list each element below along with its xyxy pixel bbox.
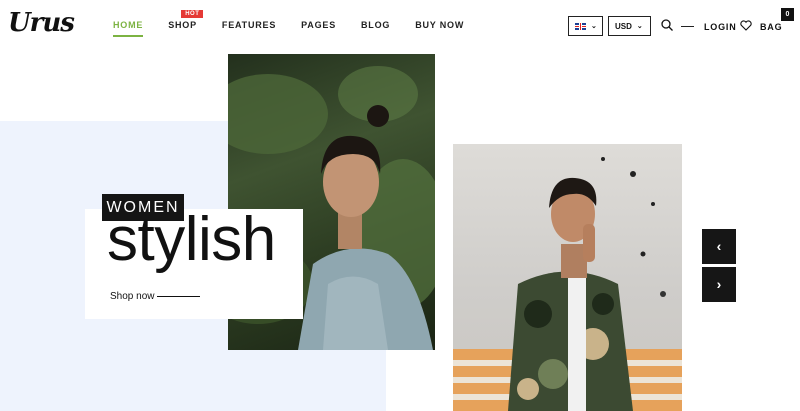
nav-item-features[interactable]: FEATURES <box>222 20 276 37</box>
chevron-down-icon: ⌄ <box>636 23 643 30</box>
search-icon[interactable] <box>661 19 673 31</box>
currency-select[interactable]: USD ⌄ <box>608 16 651 36</box>
brand-logo[interactable]: Urus <box>8 8 75 38</box>
login-link[interactable]: LOGIN <box>704 22 737 32</box>
nav-item-pages[interactable]: PAGES <box>301 20 336 37</box>
slider-next-button[interactable]: › <box>702 267 736 302</box>
hero-image-man <box>453 144 682 411</box>
chevron-right-icon: › <box>716 276 722 292</box>
site-header: Urus HOME SHOP HOT FEATURES PAGES BLOG B… <box>0 0 800 54</box>
hot-badge: HOT <box>181 10 204 18</box>
nav-item-blog[interactable]: BLOG <box>361 20 390 37</box>
uk-flag-icon <box>575 22 586 30</box>
main-nav: HOME SHOP HOT FEATURES PAGES BLOG BUY NO… <box>113 10 489 37</box>
language-select[interactable]: ⌄ <box>568 16 603 36</box>
shop-now-link[interactable]: Shop now <box>110 291 154 302</box>
nav-item-buy-now[interactable]: BUY NOW <box>415 20 464 37</box>
header-divider <box>681 26 694 27</box>
nav-item-shop[interactable]: SHOP HOT <box>168 10 204 37</box>
hero-headline: stylish <box>107 205 276 274</box>
chevron-down-icon: ⌄ <box>591 23 597 30</box>
bag-count-badge: 0 <box>781 8 794 21</box>
heart-icon[interactable] <box>740 20 752 31</box>
shop-now-underline <box>157 296 200 297</box>
chevron-left-icon: ‹ <box>716 238 722 254</box>
bag-link[interactable]: BAG <box>760 22 782 32</box>
slider-prev-button[interactable]: ‹ <box>702 229 736 264</box>
nav-item-home[interactable]: HOME <box>113 20 144 37</box>
currency-value: USD <box>615 21 632 31</box>
man-figure <box>508 177 633 411</box>
nav-item-shop-label: SHOP <box>168 20 197 30</box>
